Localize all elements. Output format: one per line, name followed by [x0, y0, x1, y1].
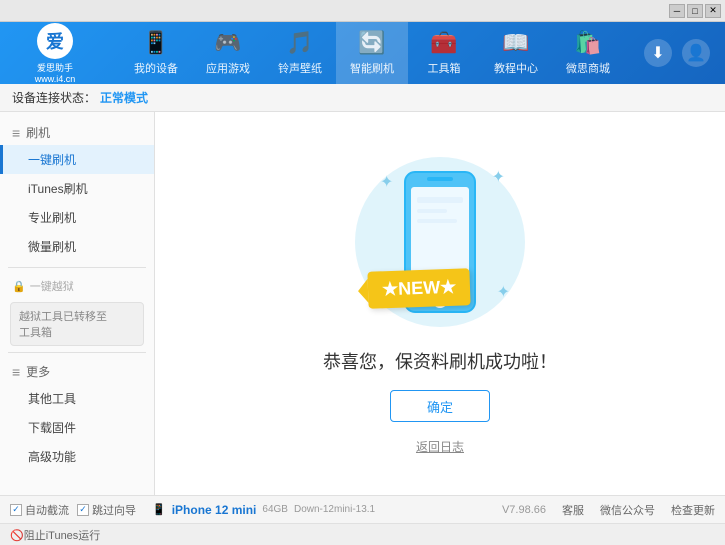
device-capacity: 64GB — [262, 504, 288, 515]
sparkle-3: ✦ — [497, 282, 510, 302]
status-bar: 设备连接状态： 正常模式 — [0, 84, 725, 112]
weibo-mall-label: 微思商城 — [566, 60, 610, 76]
weibo-mall-icon: 🛍️ — [574, 30, 601, 56]
logo-area: 爱 爱思助手 www.i4.cn — [10, 23, 100, 84]
nav-weibo-mall[interactable]: 🛍️ 微思商城 — [552, 22, 624, 84]
sidebar-jailbreak-note: 越狱工具已转移至工具箱 — [10, 302, 144, 346]
skip-guide-text: 跳过向导 — [92, 502, 136, 518]
bottom-left: ✓ 自动截流 ✓ 跳过向导 📱 iPhone 12 mini 64GB Down… — [10, 502, 502, 518]
new-badge: ★NEW★ — [367, 268, 471, 309]
success-title: 恭喜您，保资料刷机成功啦！ — [323, 348, 557, 374]
sidebar-item-pro-flash[interactable]: 专业刷机 — [0, 203, 154, 232]
logo-text: 爱思助手 — [37, 61, 73, 74]
sidebar-item-itunes-flash[interactable]: iTunes刷机 — [0, 174, 154, 203]
my-device-label: 我的设备 — [134, 60, 178, 76]
lock-icon: 🔒 — [12, 280, 26, 293]
nav-bar: 📱 我的设备 🎮 应用游戏 🎵 铃声壁纸 🔄 智能刷机 🧰 工具箱 📖 教程中心… — [100, 22, 644, 84]
logo-circle: 爱 — [37, 23, 73, 59]
sidebar-item-save-flash[interactable]: 微量刷机 — [0, 232, 154, 261]
nav-ringtones[interactable]: 🎵 铃声壁纸 — [264, 22, 336, 84]
itunes-status-text: 🚫阻止iTunes运行 — [10, 527, 100, 543]
device-info: 📱 iPhone 12 mini 64GB Down-12mini-13.1 — [152, 503, 375, 517]
bottom-right: V7.98.66 客服 微信公众号 检查更新 — [502, 502, 715, 518]
sidebar-divider-2 — [8, 352, 146, 353]
status-value: 正常模式 — [100, 89, 148, 106]
header-right: ⬇ 👤 — [644, 39, 715, 67]
smart-flash-label: 智能刷机 — [350, 60, 394, 76]
ringtones-label: 铃声壁纸 — [278, 60, 322, 76]
nav-my-device[interactable]: 📱 我的设备 — [120, 22, 192, 84]
user-button[interactable]: 👤 — [682, 39, 710, 67]
nav-smart-flash[interactable]: 🔄 智能刷机 — [336, 22, 408, 84]
sidebar-section-jailbreak: 🔒 一键越狱 — [0, 274, 154, 298]
sidebar-section-more: ≡ 更多 — [0, 359, 154, 384]
tutorials-icon: 📖 — [502, 30, 529, 56]
device-icon: 📱 — [152, 503, 166, 516]
wechat-link[interactable]: 微信公众号 — [600, 502, 655, 518]
nav-toolbox[interactable]: 🧰 工具箱 — [408, 22, 480, 84]
jailbreak-label: 一键越狱 — [30, 278, 74, 294]
sidebar-divider-1 — [8, 267, 146, 268]
title-bar: ─ □ ✕ — [0, 0, 725, 22]
version-label: V7.98.66 — [502, 504, 546, 516]
phone-illustration: ★NEW★ ✦ ✦ ✦ — [350, 152, 530, 332]
check-update-link[interactable]: 检查更新 — [671, 502, 715, 518]
auto-dismiss-checkbox[interactable]: ✓ — [10, 504, 22, 516]
device-name: iPhone 12 mini — [172, 503, 257, 517]
download-button[interactable]: ⬇ — [644, 39, 672, 67]
itunes-bar: 🚫阻止iTunes运行 — [0, 523, 725, 545]
service-link[interactable]: 客服 — [562, 502, 584, 518]
flash-section-label: 刷机 — [26, 124, 50, 141]
apps-games-icon: 🎮 — [214, 30, 241, 56]
sidebar-item-one-click-flash[interactable]: 一键刷机 — [0, 145, 154, 174]
toolbox-icon: 🧰 — [430, 30, 457, 56]
minimize-button[interactable]: ─ — [669, 4, 685, 18]
sidebar-section-flash: ≡ 刷机 — [0, 120, 154, 145]
more-section-icon: ≡ — [12, 364, 20, 380]
sidebar-item-other-tools[interactable]: 其他工具 — [0, 384, 154, 413]
bottom-bar: ✓ 自动截流 ✓ 跳过向导 📱 iPhone 12 mini 64GB Down… — [0, 495, 725, 523]
sidebar: ≡ 刷机 一键刷机 iTunes刷机 专业刷机 微量刷机 🔒 一键越狱 越狱工具… — [0, 112, 155, 495]
success-area: ★NEW★ ✦ ✦ ✦ 恭喜您，保资料刷机成功啦！ 确定 返回日志 — [323, 152, 557, 455]
back-link[interactable]: 返回日志 — [416, 438, 464, 455]
device-firmware: Down-12mini-13.1 — [294, 504, 375, 515]
ringtones-icon: 🎵 — [286, 30, 313, 56]
maximize-button[interactable]: □ — [687, 4, 703, 18]
tutorials-label: 教程中心 — [494, 60, 538, 76]
sparkle-2: ✦ — [492, 167, 505, 187]
sidebar-item-advanced[interactable]: 高级功能 — [0, 442, 154, 471]
nav-tutorials[interactable]: 📖 教程中心 — [480, 22, 552, 84]
window-controls[interactable]: ─ □ ✕ — [669, 4, 721, 18]
logo-icon: 爱 — [46, 28, 64, 54]
more-section-label: 更多 — [26, 363, 50, 380]
flash-section-icon: ≡ — [12, 125, 20, 141]
content-area: ★NEW★ ✦ ✦ ✦ 恭喜您，保资料刷机成功啦！ 确定 返回日志 — [155, 112, 725, 495]
auto-dismiss-label[interactable]: ✓ 自动截流 — [10, 502, 69, 518]
my-device-icon: 📱 — [142, 30, 169, 56]
smart-flash-icon: 🔄 — [358, 30, 385, 56]
itunes-status: 🚫阻止iTunes运行 — [10, 527, 100, 543]
status-label: 设备连接状态： — [12, 89, 96, 106]
toolbox-label: 工具箱 — [428, 60, 461, 76]
header: 爱 爱思助手 www.i4.cn 📱 我的设备 🎮 应用游戏 🎵 铃声壁纸 🔄 … — [0, 22, 725, 84]
sidebar-item-download-firmware[interactable]: 下载固件 — [0, 413, 154, 442]
skip-guide-label[interactable]: ✓ 跳过向导 — [77, 502, 136, 518]
auto-dismiss-text: 自动截流 — [25, 502, 69, 518]
logo-url: www.i4.cn — [35, 74, 76, 84]
close-button[interactable]: ✕ — [705, 4, 721, 18]
sparkle-1: ✦ — [380, 172, 393, 192]
confirm-button[interactable]: 确定 — [390, 390, 490, 422]
main-layout: ≡ 刷机 一键刷机 iTunes刷机 专业刷机 微量刷机 🔒 一键越狱 越狱工具… — [0, 112, 725, 495]
skip-guide-checkbox[interactable]: ✓ — [77, 504, 89, 516]
nav-apps-games[interactable]: 🎮 应用游戏 — [192, 22, 264, 84]
apps-games-label: 应用游戏 — [206, 60, 250, 76]
